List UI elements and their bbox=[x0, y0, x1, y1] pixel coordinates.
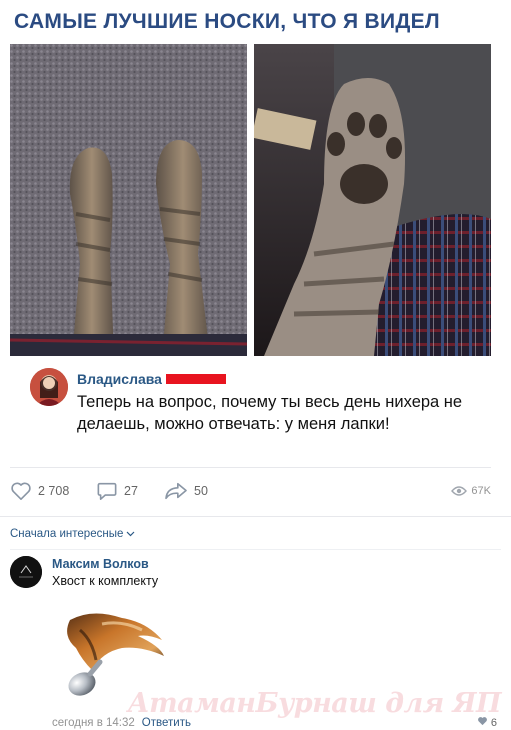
quote-author[interactable]: Владислава bbox=[77, 371, 162, 387]
comment-like-button[interactable]: 6 bbox=[477, 716, 497, 729]
quote-text: Теперь на вопрос, почему ты весь день ни… bbox=[77, 393, 463, 433]
small-heart-icon bbox=[477, 716, 488, 729]
comment-icon bbox=[96, 481, 118, 501]
divider bbox=[0, 516, 511, 517]
heart-icon bbox=[10, 481, 32, 501]
quote-card: Владислава Теперь на вопрос, почему ты в… bbox=[10, 356, 491, 467]
divider bbox=[10, 467, 491, 468]
share-icon bbox=[164, 481, 188, 501]
comment-count: 27 bbox=[124, 484, 138, 498]
chevron-down-icon bbox=[126, 528, 135, 540]
views-count: 67K bbox=[471, 485, 491, 497]
eye-icon bbox=[451, 485, 468, 497]
views-counter: 67K bbox=[451, 478, 491, 504]
comment-time[interactable]: сегодня в 14:32 bbox=[52, 717, 135, 729]
sort-label: Сначала интересные bbox=[10, 528, 124, 540]
redacted-bar bbox=[166, 374, 226, 384]
comment-like-count: 6 bbox=[490, 716, 497, 729]
photo-collage[interactable] bbox=[10, 44, 491, 356]
avatar[interactable] bbox=[30, 368, 68, 406]
like-count: 2 708 bbox=[38, 484, 70, 498]
post-title: САМЫЕ ЛУЧШИЕ НОСКИ, ЧТО Я ВИДЕЛ bbox=[14, 10, 440, 33]
post-actions: 2 708 27 50 67K bbox=[10, 478, 491, 504]
share-button[interactable]: 50 bbox=[164, 478, 208, 504]
comment-button[interactable]: 27 bbox=[96, 478, 138, 504]
avatar[interactable] bbox=[10, 556, 42, 588]
comment-author[interactable]: Максим Волков bbox=[52, 557, 149, 571]
share-count: 50 bbox=[194, 484, 208, 498]
comments-sort-dropdown[interactable]: Сначала интересные bbox=[10, 528, 135, 540]
watermark: АтаманБурнаш для ЯП bbox=[127, 688, 502, 719]
like-button[interactable]: 2 708 bbox=[10, 478, 69, 504]
comment-text: Хвост к комплекту bbox=[52, 574, 159, 588]
photo-socks-standing[interactable] bbox=[10, 44, 247, 356]
photo-paw-sock-closeup[interactable] bbox=[254, 44, 491, 356]
divider bbox=[10, 549, 501, 550]
